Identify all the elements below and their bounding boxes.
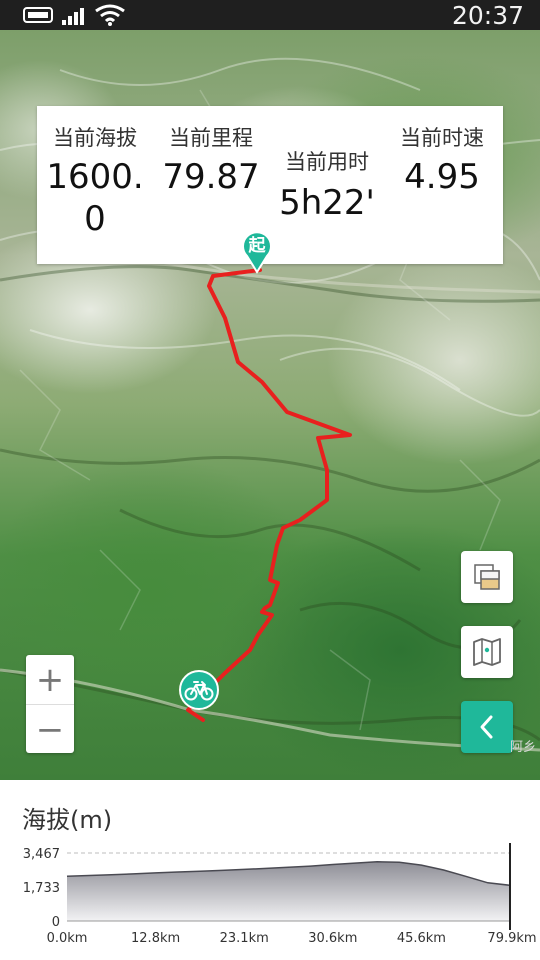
map-icon: [473, 638, 501, 666]
x-tick-label: 30.6km: [308, 931, 357, 946]
stat-value: 0: [84, 199, 106, 239]
x-tick-label: 79.9km: [487, 931, 536, 946]
satellite-map[interactable]: 当前海拔 1600. 0 当前里程 79.87 当前用时 5h22' 当前时速 …: [0, 30, 540, 780]
x-tick-label: 12.8km: [131, 931, 180, 946]
status-bar: 20:37: [0, 0, 540, 30]
stat-label: 当前里程: [169, 126, 253, 150]
stat-value: 79.87: [162, 157, 260, 197]
zoom-in-button[interactable]: +: [26, 655, 74, 704]
status-time: 20:37: [451, 1, 524, 30]
stat-mileage: 当前里程 79.87: [159, 122, 263, 198]
zoom-out-button[interactable]: −: [26, 705, 74, 754]
stat-speed: 当前时速 4.95: [389, 122, 495, 198]
stat-label: 当前用时: [285, 150, 369, 174]
stat-value: 1600.: [46, 157, 144, 197]
stat-altitude: 当前海拔 1600. 0: [43, 122, 147, 240]
cyclist-marker[interactable]: [179, 670, 219, 710]
collapse-panel-button[interactable]: [461, 701, 513, 753]
signal-icon: [62, 8, 84, 25]
x-tick-label: 0.0km: [47, 931, 88, 946]
chevron-left-icon: [480, 715, 493, 739]
x-tick-label: 23.1km: [220, 931, 269, 946]
zoom-control: + −: [26, 655, 74, 753]
stat-value: 4.95: [404, 157, 480, 197]
elevation-panel: 海拔(m) 3,467 1,733 0 0.0km 12.8km 23.1km 30.6km…: [0, 780, 540, 960]
start-marker[interactable]: 起: [239, 226, 275, 274]
start-marker-label: 起: [248, 236, 266, 256]
stat-value: 5h22': [279, 183, 375, 223]
map-mode-button[interactable]: [461, 626, 513, 678]
stat-label: 当前时速: [400, 126, 484, 150]
elevation-chart[interactable]: 3,467 1,733 00.0km 12.8km 23.1km 30.6km 45.6km…: [0, 780, 540, 960]
wifi-icon: [95, 4, 125, 26]
bicycle-icon: [184, 681, 214, 701]
map-place-label: 阿乡: [509, 740, 536, 755]
y-tick-label: 1,733: [23, 881, 60, 896]
stat-duration: 当前用时 5h22': [273, 146, 381, 224]
y-tick-label: 0: [52, 915, 60, 930]
x-tick-label: 45.6km: [397, 931, 446, 946]
sim-card-icon: [23, 7, 53, 23]
layers-icon: [474, 564, 500, 590]
y-tick-label: 3,467: [23, 847, 60, 862]
stat-label: 当前海拔: [53, 126, 137, 150]
layers-button[interactable]: [461, 551, 513, 603]
